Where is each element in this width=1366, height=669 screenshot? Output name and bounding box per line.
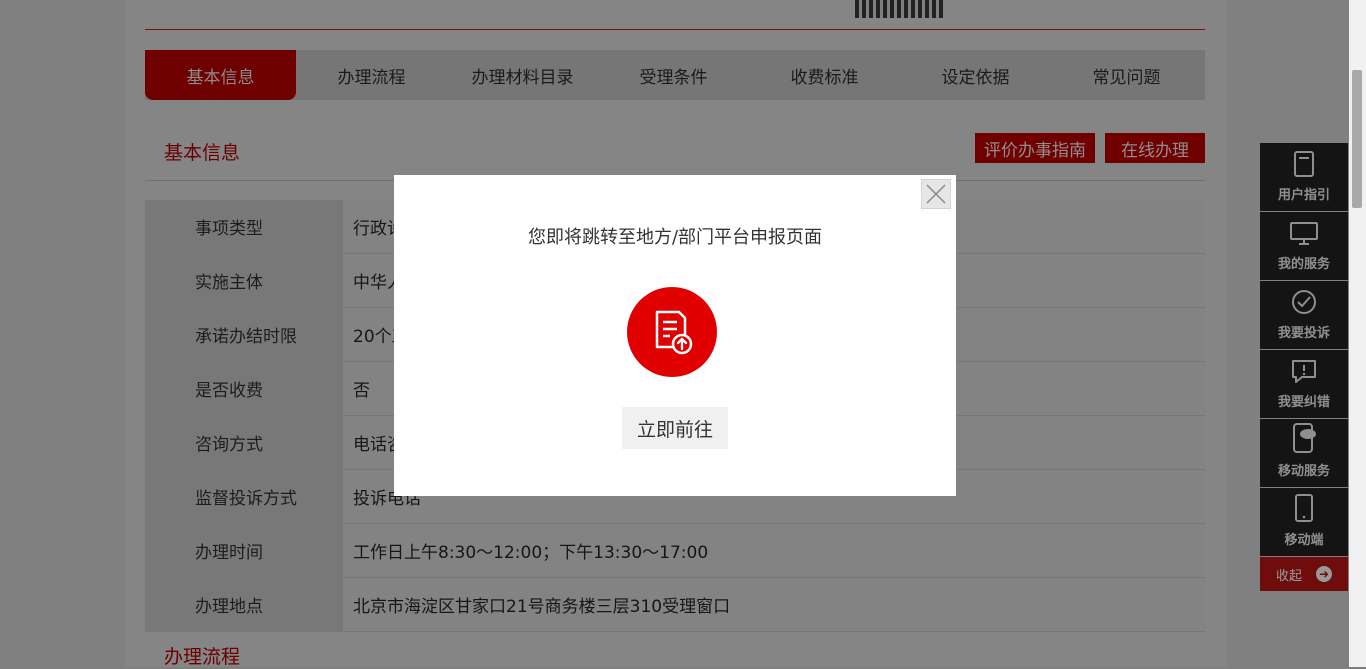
sidebar-item-label: 用户指引: [1277, 188, 1330, 203]
floating-sidebar: 用户指引 我的服务 我要投诉 我要纠错 移动服务 移动端 收起 ➜: [1260, 143, 1348, 591]
sidebar-item-my-service[interactable]: 我的服务: [1260, 212, 1348, 280]
monitor-icon: [1290, 222, 1318, 245]
sidebar-item-label: 我要投诉: [1277, 326, 1330, 341]
sidebar-item-label: 移动服务: [1277, 464, 1330, 479]
modal-message: 您即将跳转至地方/部门平台申报页面: [527, 227, 823, 248]
sidebar-item-label: 移动端: [1284, 533, 1324, 548]
phone-icon: [1295, 494, 1313, 522]
check-circle-icon: [1292, 290, 1316, 314]
sidebar-item-user-guide[interactable]: 用户指引: [1260, 143, 1348, 211]
sidebar-item-mobile-service[interactable]: 移动服务: [1260, 419, 1348, 487]
mobile-cloud-icon: [1293, 423, 1316, 453]
arrow-right-icon: ➜: [1316, 566, 1332, 582]
sidebar-item-complaint[interactable]: 我要投诉: [1260, 281, 1348, 349]
go-now-button[interactable]: 立即前往: [622, 407, 728, 449]
sidebar-item-label: 我要纠错: [1277, 395, 1330, 410]
scrollbar-thumb[interactable]: [1352, 70, 1362, 208]
alert-bubble-icon: [1292, 360, 1316, 383]
sidebar-item-correction[interactable]: 我要纠错: [1260, 350, 1348, 418]
sidebar-item-label: 我的服务: [1277, 257, 1330, 272]
document-upload-icon: [627, 287, 717, 377]
sidebar-collapse-button[interactable]: 收起 ➜: [1260, 557, 1348, 591]
close-icon: [926, 184, 946, 204]
close-button[interactable]: [921, 179, 951, 209]
collapse-label: 收起: [1275, 568, 1302, 584]
guide-icon: [1294, 151, 1314, 177]
redirect-modal: 您即将跳转至地方/部门平台申报页面 立即前往: [394, 175, 956, 496]
sidebar-item-mobile-app[interactable]: 移动端: [1260, 488, 1348, 556]
